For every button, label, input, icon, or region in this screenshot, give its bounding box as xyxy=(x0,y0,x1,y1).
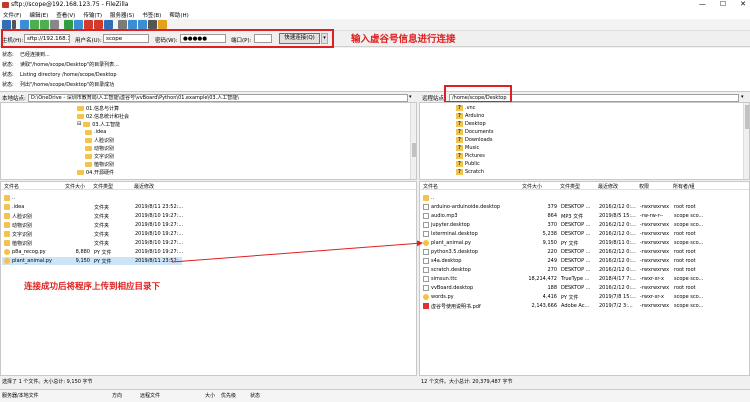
transfer-queue: 服务器/本地文件 方向 远程文件 大小 优先级 状态 xyxy=(0,389,750,402)
queue-col-status[interactable]: 状态 xyxy=(250,392,260,399)
queue-col-local-file[interactable]: 服务器/本地文件 xyxy=(2,392,39,399)
queue-col-size[interactable]: 大小 xyxy=(205,392,215,399)
queue-col-direction[interactable]: 方向 xyxy=(112,392,122,399)
upload-arrow-line xyxy=(171,240,423,263)
queue-col-remote-file[interactable]: 远程文件 xyxy=(140,392,160,399)
queue-col-priority[interactable]: 优先级 xyxy=(221,392,236,399)
upload-arrow xyxy=(171,240,423,263)
